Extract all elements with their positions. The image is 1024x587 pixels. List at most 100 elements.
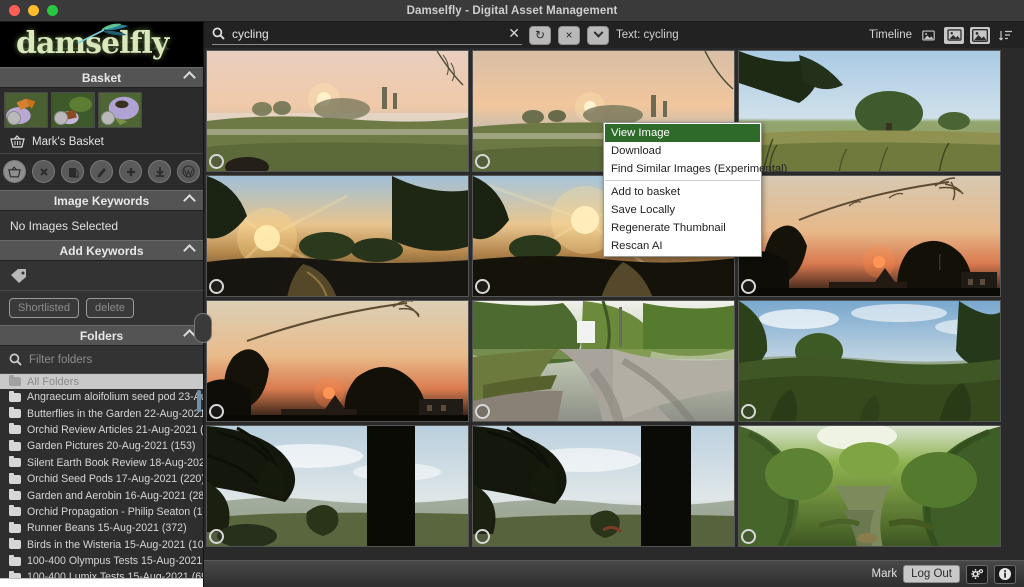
basket-thumbnail[interactable]	[98, 92, 142, 128]
section-header-folders[interactable]: Folders	[0, 325, 203, 346]
keyword-input-row[interactable]	[0, 261, 203, 291]
folder-list-item[interactable]: Garden and Aerobin 16-Aug-2021 (286)	[0, 487, 203, 503]
folder-list-hscrollbar[interactable]	[0, 578, 203, 587]
expand-search-button[interactable]	[587, 26, 609, 45]
thumbnail-select-icon[interactable]	[209, 154, 224, 169]
thumbnail-image	[739, 301, 1001, 422]
wordpress-upload-icon[interactable]	[177, 160, 200, 183]
folder-list-item[interactable]: Birds in the Wisteria 15-Aug-2021 (105)	[0, 537, 203, 553]
thumbnail-tree-silhouette-hills[interactable]	[206, 425, 469, 547]
thumbnail-select-icon[interactable]	[741, 404, 756, 419]
download-basket-icon[interactable]	[148, 160, 171, 183]
context-menu-item[interactable]: Download	[605, 142, 760, 160]
context-menu[interactable]: View ImageDownloadFind Similar Images (E…	[603, 122, 762, 257]
folder-filter-input[interactable]	[29, 354, 179, 366]
folder-list-item-label: 100-400 Olympus Tests 15-Aug-2021 (12)	[27, 555, 203, 567]
folder-list-item[interactable]: Butterflies in the Garden 22-Aug-2021 (1…	[0, 405, 203, 421]
thumbnail-select-icon[interactable]	[209, 529, 224, 544]
folder-list-item-label: Garden Pictures 20-Aug-2021 (153)	[27, 440, 195, 452]
search-input[interactable]	[232, 27, 501, 41]
context-menu-item[interactable]: View Image	[605, 124, 760, 142]
thumbnail-green-valley-view[interactable]	[738, 300, 1001, 422]
search-field-wrapper[interactable]: ✕	[212, 25, 522, 45]
basket-thumbnail[interactable]	[4, 92, 48, 128]
section-header-image-keywords[interactable]: Image Keywords	[0, 190, 203, 211]
thumbnail-grid-scroll[interactable]: View ImageDownloadFind Similar Images (E…	[204, 48, 1024, 587]
basket-thumb-select-icon[interactable]	[54, 111, 68, 125]
title-bar: Damselfly - Digital Asset Management	[0, 0, 1024, 22]
context-menu-item[interactable]: Save Locally	[605, 201, 760, 219]
folder-list-item[interactable]: Angraecum aloifolium seed pod 23-Aug-20.…	[0, 389, 203, 405]
section-header-basket[interactable]: Basket	[0, 67, 203, 88]
basket-thumb-select-icon[interactable]	[101, 111, 115, 125]
context-menu-item[interactable]: Find Similar Images (Experimental)	[605, 160, 760, 178]
folder-list-item[interactable]: Orchid Review Articles 21-Aug-2021 (52)	[0, 422, 203, 438]
logout-button[interactable]: Log Out	[903, 565, 960, 583]
thumbnail-misty-sunrise-field[interactable]	[206, 50, 469, 172]
folder-list-item[interactable]: Runner Beans 15-Aug-2021 (372)	[0, 520, 203, 536]
thumb-size-medium-icon[interactable]	[944, 27, 964, 44]
thumbnail-select-icon[interactable]	[741, 529, 756, 544]
thumbnail-select-icon[interactable]	[209, 279, 224, 294]
basket-thumbnail[interactable]	[51, 92, 95, 128]
thumb-size-small-icon[interactable]	[918, 27, 938, 44]
thumbnail-select-icon[interactable]	[209, 404, 224, 419]
basket-icon[interactable]	[3, 160, 26, 183]
folder-list[interactable]: Angraecum aloifolium seed pod 23-Aug-20.…	[0, 389, 203, 578]
thumbnail-tree-in-meadow[interactable]	[738, 50, 1001, 172]
gear-icon[interactable]	[966, 565, 988, 584]
sidebar-resize-handle[interactable]	[194, 313, 212, 343]
search-toolbar: ✕ ↻ × Text: cycling Timeline	[204, 22, 1024, 48]
thumbnail-select-icon[interactable]	[475, 279, 490, 294]
thumbnail-hedge-path[interactable]	[738, 425, 1001, 547]
thumbnail-select-icon[interactable]	[475, 154, 490, 169]
folder-list-item[interactable]: Silent Earth Book Review 18-Aug-2021 (52…	[0, 455, 203, 471]
context-menu-item[interactable]: Rescan AI	[605, 237, 760, 255]
thumbnail-river-sunset-left[interactable]	[206, 175, 469, 297]
folder-icon	[9, 540, 21, 549]
chevron-up-icon[interactable]	[183, 244, 196, 257]
folder-list-item-label: Angraecum aloifolium seed pod 23-Aug-20.…	[27, 391, 203, 403]
context-menu-item[interactable]: Regenerate Thumbnail	[605, 219, 760, 237]
context-menu-item[interactable]: Add to basket	[605, 183, 760, 201]
thumbnail-select-icon[interactable]	[475, 404, 490, 419]
folder-list-scrollbar[interactable]	[197, 390, 201, 412]
clear-basket-icon[interactable]	[32, 160, 55, 183]
thumbnail-sunset-branch-rooftops-2[interactable]	[206, 300, 469, 422]
thumb-size-large-icon[interactable]	[970, 27, 990, 44]
all-folders-row[interactable]: All Folders	[0, 374, 203, 389]
folder-list-item[interactable]: 100-400 Olympus Tests 15-Aug-2021 (12)	[0, 553, 203, 569]
folder-filter-row[interactable]	[0, 346, 203, 374]
tag-icon	[10, 268, 28, 284]
copy-basket-icon[interactable]	[61, 160, 84, 183]
keyword-chip-delete[interactable]: delete	[86, 298, 134, 318]
folder-list-item[interactable]: Garden Pictures 20-Aug-2021 (153)	[0, 438, 203, 454]
folder-icon	[9, 377, 21, 386]
thumbnail-country-lane-junction[interactable]	[472, 300, 735, 422]
folder-list-item-label: Orchid Seed Pods 17-Aug-2021 (220)	[27, 473, 203, 485]
section-title-folders: Folders	[80, 329, 123, 343]
refresh-search-button[interactable]: ↻	[529, 26, 551, 45]
main-panel: ✕ ↻ × Text: cycling Timeline	[204, 22, 1024, 587]
timeline-label[interactable]: Timeline	[869, 29, 912, 41]
folder-list-item[interactable]: Orchid Seed Pods 17-Aug-2021 (220)	[0, 471, 203, 487]
info-icon[interactable]	[994, 565, 1016, 584]
folder-list-hscroll-thumb[interactable]	[0, 579, 178, 587]
add-basket-icon[interactable]	[119, 160, 142, 183]
clear-search-icon[interactable]: ✕	[508, 25, 522, 42]
folder-list-item[interactable]: Orchid Propagation - Philip Seaton (1)	[0, 504, 203, 520]
chevron-up-icon[interactable]	[183, 194, 196, 207]
thumbnail-select-icon[interactable]	[741, 279, 756, 294]
thumbnail-sunset-branch-rooftops[interactable]	[738, 175, 1001, 297]
folder-list-item[interactable]: 100-400 Lumix Tests 15-Aug-2021 (69)	[0, 569, 203, 578]
chevron-up-icon[interactable]	[183, 71, 196, 84]
thumbnail-select-icon[interactable]	[475, 529, 490, 544]
cancel-search-button[interactable]: ×	[558, 26, 580, 45]
sort-order-icon[interactable]	[996, 27, 1016, 44]
keyword-chip-shortlisted[interactable]: Shortlisted	[9, 298, 79, 318]
section-header-add-keywords[interactable]: Add Keywords	[0, 240, 203, 261]
basket-name-row[interactable]: Mark's Basket	[0, 130, 203, 154]
basket-thumb-select-icon[interactable]	[7, 111, 21, 125]
thumbnail-tree-silhouette-hills-2[interactable]	[472, 425, 735, 547]
edit-basket-icon[interactable]	[90, 160, 113, 183]
